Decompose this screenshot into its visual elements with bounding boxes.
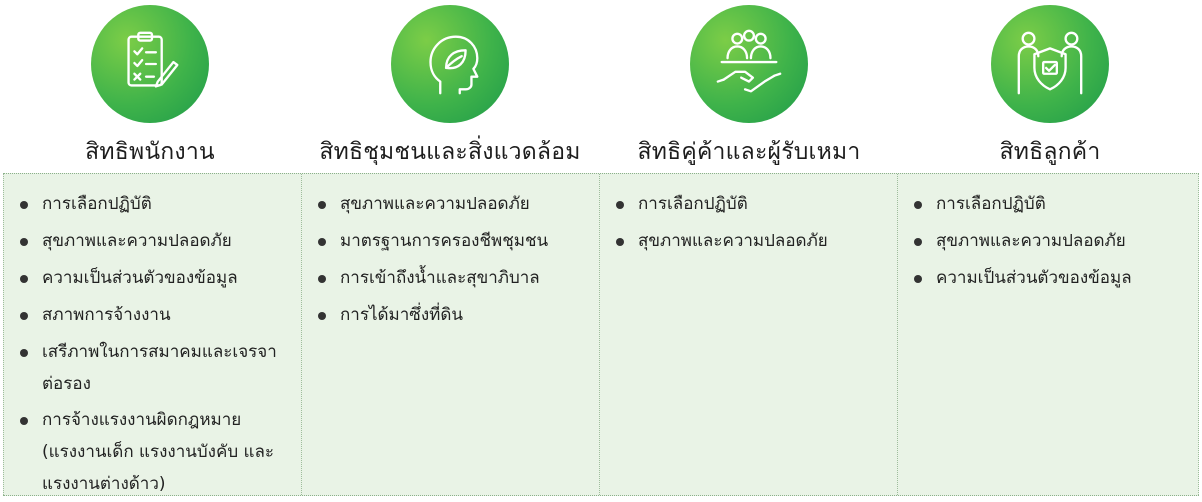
rights-infographic: สิทธิพนักงาน สิทธิชุมชนและสิ่งแวดล้อม สิ… xyxy=(0,0,1202,502)
list-item: การเข้าถึงน้ำและสุขาภิบาล xyxy=(312,262,591,295)
list-item: การได้มาซึ่งที่ดิน xyxy=(312,299,591,332)
customer-icon-circle xyxy=(991,5,1109,123)
list-item: สุขภาพและความปลอดภัย xyxy=(610,225,889,258)
list-item: สุขภาพและความปลอดภัย xyxy=(312,188,591,221)
list-item: ความเป็นส่วนตัวของข้อมูล xyxy=(14,262,293,295)
community-title: สิทธิชุมชนและสิ่งแวดล้อม xyxy=(319,139,581,165)
column-headers: สิทธิพนักงาน สิทธิชุมชนและสิ่งแวดล้อม สิ… xyxy=(0,0,1202,172)
customer-list-column: การเลือกปฏิบัติ สุขภาพและความปลอดภัย ควา… xyxy=(897,174,1199,495)
customer-list: การเลือกปฏิบัติ สุขภาพและความปลอดภัย ควา… xyxy=(908,188,1190,295)
list-item: สุขภาพและความปลอดภัย xyxy=(908,225,1190,258)
column-header-customer: สิทธิลูกค้า xyxy=(898,0,1202,172)
list-item: การเลือกปฏิบัติ xyxy=(14,188,293,221)
community-icon-circle xyxy=(391,5,509,123)
employee-title: สิทธิพนักงาน xyxy=(85,139,215,165)
column-header-employee: สิทธิพนักงาน xyxy=(0,0,300,172)
list-item: การจ้างแรงงานผิดกฎหมาย (แรงงานเด็ก แรงงา… xyxy=(14,404,293,500)
list-item: การเลือกปฏิบัติ xyxy=(610,188,889,221)
community-list-column: สุขภาพและความปลอดภัย มาตรฐานการครองชีพชุ… xyxy=(301,174,599,495)
employee-list-column: การเลือกปฏิบัติ สุขภาพและความปลอดภัย ควา… xyxy=(3,174,301,495)
supplier-list-column: การเลือกปฏิบัติ สุขภาพและความปลอดภัย xyxy=(599,174,897,495)
employee-list: การเลือกปฏิบัติ สุขภาพและความปลอดภัย ควา… xyxy=(14,188,293,500)
list-item: มาตรฐานการครองชีพชุมชน xyxy=(312,225,591,258)
customer-title: สิทธิลูกค้า xyxy=(999,139,1101,165)
employee-icon-circle xyxy=(91,5,209,123)
clipboard-checklist-icon xyxy=(127,31,179,88)
supplier-icon-circle xyxy=(690,5,808,123)
supplier-list: การเลือกปฏิบัติ สุขภาพและความปลอดภัย xyxy=(610,188,889,258)
community-list: สุขภาพและความปลอดภัย มาตรฐานการครองชีพชุ… xyxy=(312,188,591,332)
list-item: การเลือกปฏิบัติ xyxy=(908,188,1190,221)
head-leaf-icon xyxy=(429,35,479,95)
supplier-title: สิทธิคู่ค้าและผู้รับเหมา xyxy=(637,139,861,165)
list-item: สภาพการจ้างงาน xyxy=(14,299,293,332)
column-header-community: สิทธิชุมชนและสิ่งแวดล้อม xyxy=(300,0,600,172)
group-handshake-icon xyxy=(716,29,782,93)
column-header-supplier: สิทธิคู่ค้าและผู้รับเหมา xyxy=(600,0,898,172)
people-shield-icon xyxy=(1017,31,1083,95)
list-item: สุขภาพและความปลอดภัย xyxy=(14,225,293,258)
rights-table: การเลือกปฏิบัติ สุขภาพและความปลอดภัย ควา… xyxy=(3,173,1199,496)
list-item: เสรีภาพในการสมาคมและเจรจาต่อรอง xyxy=(14,336,293,400)
list-item: ความเป็นส่วนตัวของข้อมูล xyxy=(908,262,1190,295)
